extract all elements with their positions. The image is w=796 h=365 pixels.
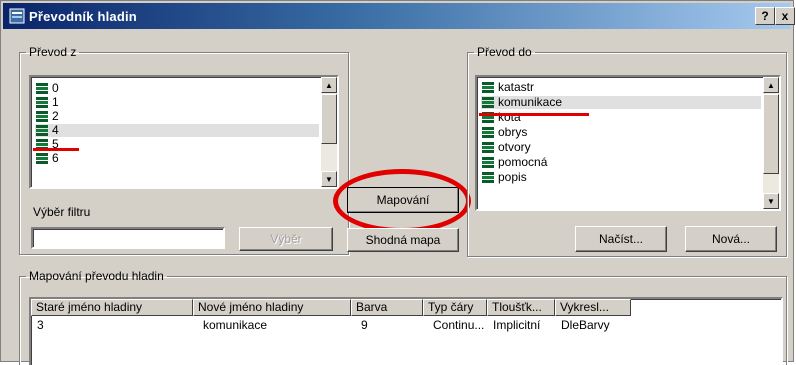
layer-stack-icon (482, 97, 494, 108)
layer-stack-icon (482, 142, 494, 153)
close-button[interactable]: x (775, 7, 795, 25)
scroll-thumb[interactable] (321, 94, 337, 144)
scroll-thumb[interactable] (763, 94, 779, 174)
column-header-old-name[interactable]: Staré jméno hladiny (31, 299, 193, 316)
cell-plotstyle: DleBarvy (561, 318, 610, 332)
annotation-underline-target (479, 113, 589, 116)
layer-stack-icon (482, 157, 494, 168)
source-layer-list[interactable]: 012456 ▲ ▼ (29, 75, 339, 189)
title-bar[interactable]: Převodník hladin ? x (3, 3, 795, 29)
window-title: Převodník hladin (29, 9, 137, 24)
layer-stack-icon (36, 111, 48, 122)
filter-input[interactable] (31, 227, 225, 249)
source-legend: Převod z (29, 45, 77, 59)
annotation-circle (333, 169, 471, 233)
load-button[interactable]: Načíst... (575, 226, 667, 252)
list-item-label: obrys (498, 125, 528, 139)
target-layer-list[interactable]: katastr komunikace kota obrys otvory pomocná p… (475, 75, 781, 211)
layer-stack-icon (36, 153, 48, 164)
list-item-label: 4 (52, 123, 59, 137)
layer-stack-icon (482, 172, 494, 183)
layer-stack-icon (482, 82, 494, 93)
list-item[interactable]: katastr (481, 81, 761, 94)
column-header-new-name[interactable]: Nové jméno hladiny (193, 299, 351, 316)
cell-color: 9 (361, 318, 368, 332)
list-item-label: 1 (52, 95, 59, 109)
list-item-label: 6 (52, 151, 59, 165)
list-item[interactable]: obrys (481, 126, 761, 139)
target-legend: Převod do (477, 45, 532, 59)
target-scrollbar[interactable]: ▲ ▼ (763, 77, 779, 209)
column-header-lineweight[interactable]: Tloušťk... (487, 299, 555, 316)
layer-stack-icon (36, 125, 48, 136)
list-item-label: pomocná (498, 155, 548, 169)
mapping-legend: Mapování převodu hladin (29, 269, 164, 283)
list-item[interactable]: otvory (481, 141, 761, 154)
filter-label: Výběr filtru (33, 205, 91, 219)
list-item[interactable]: pomocná (481, 156, 761, 169)
source-scrollbar[interactable]: ▲ ▼ (321, 77, 337, 187)
layer-stack-icon (36, 83, 48, 94)
list-item[interactable]: 0 (35, 82, 319, 95)
list-item-label: popis (498, 170, 527, 184)
new-button[interactable]: Nová... (685, 226, 777, 252)
layer-stack-icon (36, 97, 48, 108)
list-item[interactable]: popis (481, 171, 761, 184)
scroll-down-arrow-icon[interactable]: ▼ (321, 171, 337, 187)
cell-linetype: Continu... (433, 318, 485, 332)
layer-stack-icon (482, 127, 494, 138)
list-item[interactable]: 4 (35, 124, 319, 137)
column-header-linetype[interactable]: Typ čáry (423, 299, 487, 316)
same-map-button[interactable]: Shodná mapa (347, 228, 459, 252)
list-item-label: 2 (52, 109, 59, 123)
column-header-plotstyle[interactable]: Vykresl... (555, 299, 631, 316)
scroll-down-arrow-icon[interactable]: ▼ (763, 193, 779, 209)
list-item-label: 0 (52, 81, 59, 95)
list-item-label: komunikace (498, 95, 563, 109)
cell-new-name: komunikace (203, 318, 268, 332)
list-item[interactable]: 1 (35, 96, 319, 109)
list-item-label: otvory (498, 140, 531, 154)
layer-translator-dialog: Převodník hladin ? x Převod z 012456 ▲ ▼… (0, 0, 795, 365)
list-item[interactable]: komunikace (481, 96, 761, 109)
cell-lineweight: Implicitní (493, 318, 541, 332)
list-item[interactable]: 6 (35, 152, 319, 165)
layers-app-icon (9, 8, 25, 24)
scroll-up-arrow-icon[interactable]: ▲ (763, 77, 779, 93)
list-item-label: katastr (498, 80, 535, 94)
annotation-underline-source (33, 148, 79, 151)
mapping-table[interactable]: Staré jméno hladiny Nové jméno hladiny B… (29, 297, 783, 365)
select-filter-button[interactable]: Výběr (239, 227, 333, 251)
help-button[interactable]: ? (755, 7, 775, 25)
column-header-color[interactable]: Barva (351, 299, 423, 316)
list-item[interactable]: 2 (35, 110, 319, 123)
cell-old-name: 3 (37, 318, 44, 332)
scroll-up-arrow-icon[interactable]: ▲ (321, 77, 337, 93)
